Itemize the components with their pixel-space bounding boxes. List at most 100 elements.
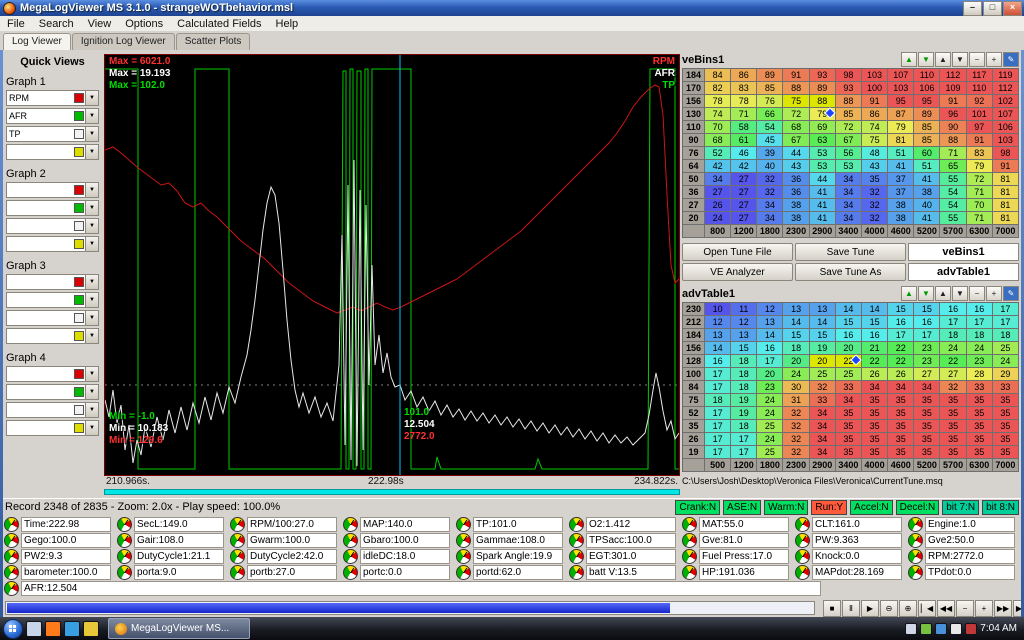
graph-1-channel-2-select[interactable]: AFR▼ [6,108,99,124]
adv-cell[interactable]: 32 [783,420,809,433]
ve-cell[interactable]: 79 [888,121,914,134]
graph-1-channel-4-select[interactable]: ▼ [6,144,99,160]
scroll-down-icon[interactable]: ▼ [918,286,934,301]
adv-cell[interactable]: 18 [705,394,731,407]
adv-cell[interactable]: 12 [757,303,783,316]
ve-cell[interactable]: 35 [862,173,888,186]
ve-cell[interactable]: 34 [757,199,783,212]
adv-cell[interactable]: 18 [993,329,1019,342]
ve-cell[interactable]: 67 [836,134,862,147]
adv-cell[interactable]: 33 [836,381,862,394]
adv-cell[interactable]: 16 [940,303,966,316]
adv-cell[interactable]: 35 [993,407,1019,420]
ve-cell[interactable]: 76 [757,95,783,108]
adv-cell[interactable]: 35 [914,420,940,433]
adv-cell[interactable]: 15 [888,303,914,316]
adv-cell[interactable]: 35 [914,446,940,459]
ve-cell[interactable]: 93 [810,69,836,82]
adv-cell[interactable]: 35 [940,420,966,433]
ve-cell[interactable]: 71 [967,186,993,199]
adv-cell[interactable]: 18 [731,355,757,368]
ve-cell[interactable]: 102 [993,95,1019,108]
ve-cell[interactable]: 38 [783,199,809,212]
ve-cell[interactable]: 98 [993,147,1019,160]
ve-cell[interactable]: 46 [731,147,757,160]
adv-cell[interactable]: 35 [836,433,862,446]
close-button[interactable]: × [1003,1,1022,16]
adv-cell[interactable]: 25 [757,420,783,433]
title-bar[interactable]: MegaLogViewer MS 3.1.0 - strangeWOTbehav… [0,0,1024,16]
tray-icon[interactable] [935,623,947,635]
adv-cell[interactable]: 35 [888,420,914,433]
ve-cell[interactable]: 72 [783,108,809,121]
adv-cell[interactable]: 35 [862,394,888,407]
ve-cell[interactable]: 112 [993,82,1019,95]
adv-cell[interactable]: 34 [810,407,836,420]
adv-cell[interactable]: 35 [888,407,914,420]
adv-cell[interactable]: 17 [705,433,731,446]
ve-cell[interactable]: 95 [888,95,914,108]
ve-cell[interactable]: 56 [836,147,862,160]
adv-cell[interactable]: 34 [836,394,862,407]
ve-cell[interactable]: 78 [705,95,731,108]
ve-cell[interactable]: 68 [783,121,809,134]
ve-cell[interactable]: 67 [783,134,809,147]
tray-icon[interactable] [965,623,977,635]
ve-cell[interactable]: 37 [888,173,914,186]
adv-cell[interactable]: 32 [940,381,966,394]
adv-cell[interactable]: 13 [705,329,731,342]
ve-cell[interactable]: 32 [862,186,888,199]
ve-cell[interactable]: 91 [993,160,1019,173]
menu-search[interactable]: Search [32,16,81,31]
ve-cell[interactable]: 34 [836,199,862,212]
adv-cell[interactable]: 35 [862,420,888,433]
adv-cell[interactable]: 35 [862,433,888,446]
ve-cell[interactable]: 87 [888,108,914,121]
ve-cell[interactable]: 43 [783,160,809,173]
adv-cell[interactable]: 16 [705,355,731,368]
ve-cell[interactable]: 89 [810,82,836,95]
ve-cell[interactable]: 41 [810,199,836,212]
ve-cell[interactable]: 44 [810,173,836,186]
adv-cell[interactable]: 11 [731,303,757,316]
ve-cell[interactable]: 26 [705,199,731,212]
ve-cell[interactable]: 53 [810,160,836,173]
save-tune-button[interactable]: Save Tune [795,243,906,261]
maximize-button[interactable]: □ [983,1,1002,16]
ve-cell[interactable]: 51 [914,160,940,173]
adv-cell[interactable]: 35 [836,407,862,420]
adv-cell[interactable]: 15 [914,303,940,316]
adv-cell[interactable]: 18 [783,342,809,355]
plus-button[interactable]: + [975,600,993,617]
ve-cell[interactable]: 42 [731,160,757,173]
ve-cell[interactable]: 78 [731,95,757,108]
ve-cell[interactable]: 88 [940,134,966,147]
ve-cell[interactable]: 88 [810,95,836,108]
menu-help[interactable]: Help [269,16,306,31]
adv-cell[interactable]: 30 [783,381,809,394]
playback-progress[interactable] [5,601,815,615]
ve-cell[interactable]: 32 [862,212,888,225]
adv-cell[interactable]: 18 [731,420,757,433]
ve-cell[interactable]: 74 [862,121,888,134]
graph-3-channel-4-select[interactable]: ▼ [6,328,99,344]
ve-cell[interactable]: 38 [888,212,914,225]
adv-cell[interactable]: 28 [967,368,993,381]
adv-cell[interactable]: 25 [810,368,836,381]
ve-cell[interactable]: 41 [888,160,914,173]
adv-cell[interactable]: 17 [914,329,940,342]
adv-cell[interactable]: 35 [967,420,993,433]
ve-cell[interactable]: 110 [967,82,993,95]
ve-cell[interactable]: 41 [810,212,836,225]
adv-cell[interactable]: 15 [783,329,809,342]
adv-cell[interactable]: 23 [757,381,783,394]
ve-cell[interactable]: 40 [914,199,940,212]
menu-options[interactable]: Options [118,16,170,31]
ve-cell[interactable]: 69 [810,121,836,134]
adv-cell[interactable]: 13 [757,316,783,329]
adv-cell[interactable]: 35 [967,446,993,459]
quick-launch-icon[interactable] [83,621,99,637]
adv-cell[interactable]: 10 [705,303,731,316]
ve-cell[interactable]: 55 [940,212,966,225]
adv-cell[interactable]: 24 [967,342,993,355]
